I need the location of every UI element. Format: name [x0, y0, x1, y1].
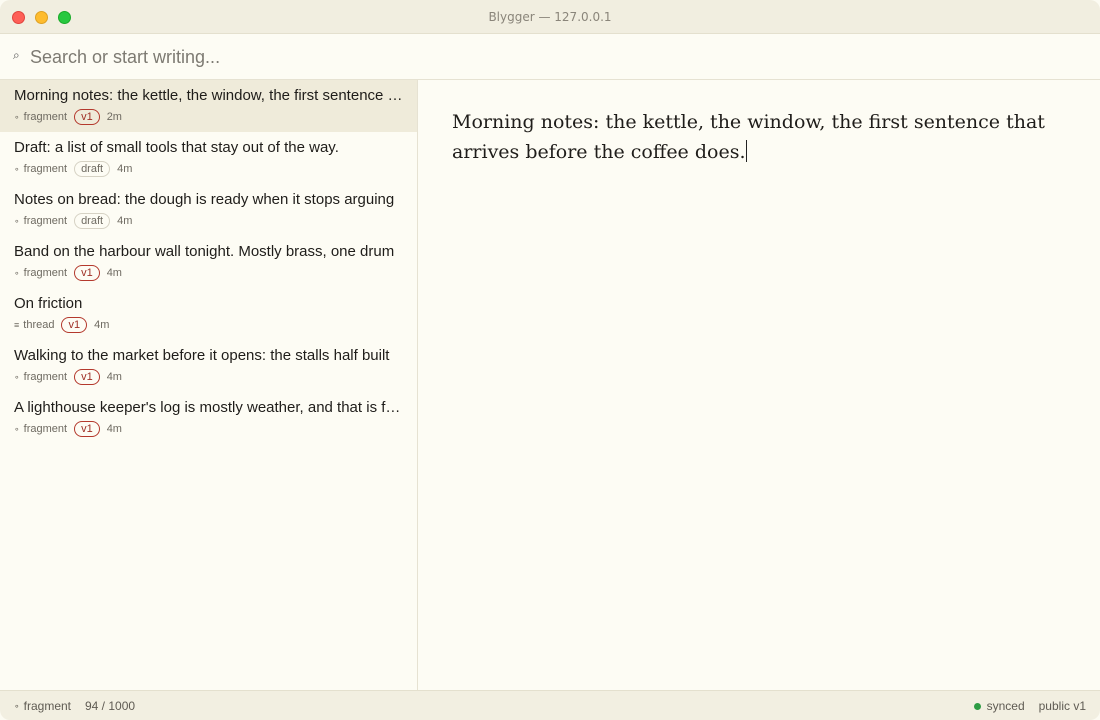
version-badge: v1	[74, 265, 100, 281]
version-badge: v1	[61, 317, 88, 333]
item-meta: ∘ fragment v1 4m	[14, 369, 403, 385]
item-kind: fragment	[23, 267, 68, 279]
status-right: synced public v1	[973, 699, 1086, 713]
list-item[interactable]: On friction ≡ thread v1 4m	[0, 288, 417, 340]
item-age: 2m	[106, 111, 122, 123]
status-kind: fragment	[23, 699, 71, 713]
item-age: 4m	[117, 163, 133, 175]
list-item[interactable]: Band on the harbour wall tonight. Mostly…	[0, 236, 417, 288]
circle-icon: ∘	[14, 163, 20, 174]
visibility-status[interactable]: public v1	[1039, 699, 1086, 713]
item-age: 4m	[106, 423, 122, 435]
item-meta: ≡ thread v1 4m	[14, 317, 403, 333]
window-title: Blygger — 127.0.0.1	[488, 10, 612, 24]
circle-icon: ∘	[14, 215, 20, 226]
editor-text: Morning notes: the kettle, the window, t…	[452, 111, 1045, 163]
item-meta: ∘ fragment v1 2m	[14, 109, 403, 125]
item-kind: fragment	[23, 163, 68, 175]
app-window: Blygger — 127.0.0.1 ⌕ Morning notes: the…	[0, 0, 1100, 720]
editor-content[interactable]: Morning notes: the kettle, the window, t…	[452, 107, 1052, 167]
draft-badge: draft	[74, 161, 111, 177]
item-meta: ∘ fragment draft 4m	[14, 161, 403, 177]
item-title: Notes on bread: the dough is ready when …	[14, 191, 395, 208]
status-bar: ∘ fragment 94 / 1000 synced public v1	[0, 690, 1100, 720]
entry-list: Morning notes: the kettle, the window, t…	[0, 80, 418, 690]
title-bar: Blygger — 127.0.0.1	[0, 0, 1100, 34]
item-kind: thread	[23, 319, 55, 331]
editor-pane[interactable]: Morning notes: the kettle, the window, t…	[419, 80, 1100, 690]
item-kind: fragment	[23, 111, 68, 123]
list-item[interactable]: Morning notes: the kettle, the window, t…	[0, 80, 417, 132]
item-title: Morning notes: the kettle, the window, t…	[14, 87, 403, 104]
search-bar: ⌕	[0, 34, 1100, 80]
version-badge: v1	[74, 109, 100, 125]
circle-icon: ∘	[14, 267, 20, 278]
circle-icon: ∘	[14, 423, 20, 434]
circle-icon: ∘	[14, 371, 20, 382]
sync-status-icon	[973, 702, 981, 710]
item-title: Walking to the market before it opens: t…	[14, 347, 390, 364]
char-count: 94 / 1000	[85, 699, 136, 713]
list-item[interactable]: A lighthouse keeper's log is mostly weat…	[0, 392, 417, 444]
item-meta: ∘ fragment v1 4m	[14, 421, 403, 437]
text-caret	[746, 140, 748, 162]
item-kind: fragment	[23, 423, 68, 435]
draft-badge: draft	[74, 213, 111, 229]
lines-icon: ≡	[14, 320, 20, 330]
item-meta: ∘ fragment v1 4m	[14, 265, 403, 281]
search-input[interactable]	[30, 43, 1080, 71]
item-title: A lighthouse keeper's log is mostly weat…	[14, 399, 403, 416]
item-meta: ∘ fragment draft 4m	[14, 213, 403, 229]
item-title: Band on the harbour wall tonight. Mostly…	[14, 243, 395, 260]
item-kind: fragment	[23, 371, 68, 383]
item-age: 4m	[94, 319, 110, 331]
status-left: ∘ fragment 94 / 1000	[14, 699, 135, 713]
version-badge: v1	[74, 421, 100, 437]
list-item[interactable]: Walking to the market before it opens: t…	[0, 340, 417, 392]
circle-icon: ∘	[14, 111, 20, 122]
version-badge: v1	[74, 369, 100, 385]
circle-icon: ∘	[14, 700, 20, 711]
list-item[interactable]: Notes on bread: the dough is ready when …	[0, 184, 417, 236]
search-icon: ⌕	[13, 48, 20, 62]
item-title: Draft: a list of small tools that stay o…	[14, 139, 339, 156]
list-item[interactable]: Draft: a list of small tools that stay o…	[0, 132, 417, 184]
sync-status: synced	[986, 699, 1025, 713]
item-age: 4m	[106, 267, 122, 279]
item-age: 4m	[106, 371, 122, 383]
item-kind: fragment	[23, 215, 68, 227]
item-title: On friction	[14, 295, 83, 312]
item-age: 4m	[117, 215, 133, 227]
